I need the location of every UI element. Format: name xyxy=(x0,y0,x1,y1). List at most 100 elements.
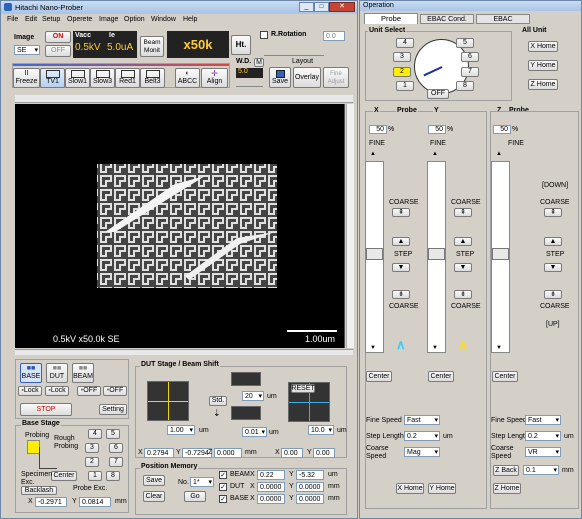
base-center-button[interactable]: Center xyxy=(51,471,77,481)
setting-button[interactable]: Setting xyxy=(99,404,127,415)
y-slider-up-icon[interactable]: ▲ xyxy=(432,151,438,157)
x-slider-up-icon[interactable]: ▲ xyxy=(370,151,376,157)
belt3-button[interactable]: Belt3 xyxy=(140,68,165,88)
ht-button[interactable]: Ht. xyxy=(231,35,251,55)
menu-image[interactable]: Image xyxy=(99,16,118,23)
align-button[interactable]: ✛ Align xyxy=(201,68,228,88)
unit-off-button[interactable]: OFF xyxy=(427,89,449,99)
unit-2-button[interactable]: 2 xyxy=(393,67,411,77)
lock-button-2[interactable]: ▪ Lock xyxy=(45,386,69,396)
unit-8-button[interactable]: 8 xyxy=(456,81,474,91)
stage-pos-2-button[interactable]: 2 xyxy=(85,457,99,467)
y-coarse-down-button[interactable]: ⇟ xyxy=(454,290,472,299)
z-step-down-button[interactable]: ▼ xyxy=(544,263,562,272)
ht-on-button[interactable]: ON xyxy=(45,31,71,43)
pm-row-checkbox[interactable]: ✓ xyxy=(219,471,227,479)
y-step-down-button[interactable]: ▼ xyxy=(454,263,472,272)
lock-button-1[interactable]: ▪ Lock xyxy=(18,386,42,396)
x-coarse-down-button[interactable]: ⇟ xyxy=(392,290,410,299)
y-step-up-button[interactable]: ▲ xyxy=(454,237,472,246)
beam-monit-button[interactable]: Beam Monit xyxy=(140,36,164,57)
base-x-field[interactable]: -0.2971 xyxy=(35,497,67,507)
freeze-button[interactable]: II Freeze xyxy=(13,68,40,88)
z-step-select-2[interactable]: 0.01 xyxy=(242,427,267,437)
beam-y-field[interactable]: 0.00 xyxy=(313,448,335,458)
tab-probe[interactable]: Probe xyxy=(364,13,418,24)
slow3-button[interactable]: Slow3 xyxy=(90,68,115,88)
x-slider-down-icon[interactable]: ▼ xyxy=(370,345,376,351)
z-step-length-select[interactable]: 0.2 xyxy=(525,431,561,441)
base-y-field[interactable]: 0.0814 xyxy=(79,497,111,507)
minimize-button[interactable]: _ xyxy=(299,2,314,12)
arrow-down-icon[interactable]: ⇣ xyxy=(213,408,221,419)
dut-joystick-pad[interactable] xyxy=(147,381,189,421)
pm-row-y-field[interactable]: 0.0000 xyxy=(296,494,324,504)
unit-1-button[interactable]: 1 xyxy=(396,81,414,91)
y-coarse-up-button[interactable]: ⇞ xyxy=(454,208,472,217)
off-button-1[interactable]: • OFF xyxy=(77,386,101,396)
sem-image-viewport[interactable]: 0.5kV x50.0k SE 1.00um xyxy=(15,104,345,348)
x-fine-slider-thumb[interactable] xyxy=(366,248,383,260)
slow1-button[interactable]: Slow1 xyxy=(65,68,90,88)
dut-button[interactable]: ■■ DUT xyxy=(46,363,68,383)
tab-ebac-cond[interactable]: EBAC Cond. xyxy=(420,14,474,24)
close-button[interactable]: ✕ xyxy=(329,2,355,12)
red1-button[interactable]: Red1 xyxy=(115,68,140,88)
unit-6-button[interactable]: 6 xyxy=(461,52,479,62)
z-slider-up-icon[interactable]: ▲ xyxy=(496,151,502,157)
y-home-button[interactable]: Y Home xyxy=(428,483,456,494)
x-step-up-button[interactable]: ▲ xyxy=(392,237,410,246)
pm-clear-button[interactable]: Clear xyxy=(143,491,165,502)
stage-pos-8-button[interactable]: 8 xyxy=(106,471,120,481)
pm-row-x-field[interactable]: 0.0000 xyxy=(257,494,285,504)
step-length-select[interactable]: 0.2 xyxy=(404,431,440,441)
y-percent-field[interactable]: 50 xyxy=(428,125,446,134)
pm-row-checkbox[interactable]: ✓ xyxy=(219,483,227,491)
std-button[interactable]: Std. xyxy=(209,396,227,406)
r-rotation-checkbox[interactable] xyxy=(260,31,268,39)
x-home-button[interactable]: X Home xyxy=(396,483,424,494)
operation-title-bar[interactable]: Operation xyxy=(360,1,581,11)
beam-button[interactable]: ■■ BEAM xyxy=(72,363,94,383)
y-slider-down-icon[interactable]: ▼ xyxy=(432,345,438,351)
wd-slider[interactable] xyxy=(236,81,263,87)
menu-help[interactable]: Help xyxy=(183,16,197,23)
stage-pos-4-button[interactable]: 4 xyxy=(88,429,102,439)
dut-step-select[interactable]: 1.00 xyxy=(167,425,195,435)
reset-button[interactable]: RESET xyxy=(291,384,315,393)
x-percent-field[interactable]: 50 xyxy=(369,125,387,134)
stage-pos-3-button[interactable]: 3 xyxy=(85,443,99,453)
coarse-speed-select[interactable]: Mag xyxy=(404,447,440,457)
pm-row-x-field[interactable]: 0.22 xyxy=(257,470,285,480)
z-step-select-1[interactable]: 20 xyxy=(242,391,264,401)
unit-7-button[interactable]: 7 xyxy=(461,67,479,77)
stop-button[interactable]: STOP xyxy=(20,403,72,416)
title-bar[interactable]: Hitachi Nano-Prober _ □ ✕ xyxy=(1,1,357,14)
r-rotation-value[interactable]: 0.0 xyxy=(323,31,345,41)
z-center-button[interactable]: Center xyxy=(492,371,518,382)
z-coarse-speed-select[interactable]: VR xyxy=(525,447,561,457)
x-step-down-button[interactable]: ▼ xyxy=(392,263,410,272)
pm-row-y-field[interactable]: 0.0000 xyxy=(296,482,324,492)
beam-x-field[interactable]: 0.00 xyxy=(281,448,303,458)
z-home-button[interactable]: Z Home xyxy=(493,483,521,494)
backlash-button[interactable]: Backlash xyxy=(21,486,57,495)
pm-no-select[interactable]: 1* xyxy=(190,477,214,487)
dut-x-field[interactable]: 0.2794 xyxy=(144,448,174,458)
z-back-button[interactable]: Z Back xyxy=(493,465,519,476)
z-step-up-button[interactable]: ▲ xyxy=(544,237,562,246)
z-pad-lower[interactable] xyxy=(231,406,261,420)
pm-row-checkbox[interactable]: ✓ xyxy=(219,495,227,503)
z-back-select[interactable]: 0.1 xyxy=(523,465,559,475)
menu-setup[interactable]: Setup xyxy=(42,16,60,23)
ht-off-button[interactable]: OFF xyxy=(45,45,71,57)
pm-row-y-field[interactable]: -5.32 xyxy=(296,470,324,480)
base-button[interactable]: ■■ BASE xyxy=(20,363,42,383)
unit-4-button[interactable]: 4 xyxy=(396,38,414,48)
overlay-button[interactable]: Overlay xyxy=(293,67,321,88)
z-coarse-up-button[interactable]: ⇞ xyxy=(544,208,562,217)
z-slider-down-icon[interactable]: ▼ xyxy=(496,345,502,351)
stage-pos-1-button[interactable]: 1 xyxy=(88,471,102,481)
r-rotation-slider[interactable] xyxy=(264,44,324,56)
unit-5-button[interactable]: 5 xyxy=(456,38,474,48)
